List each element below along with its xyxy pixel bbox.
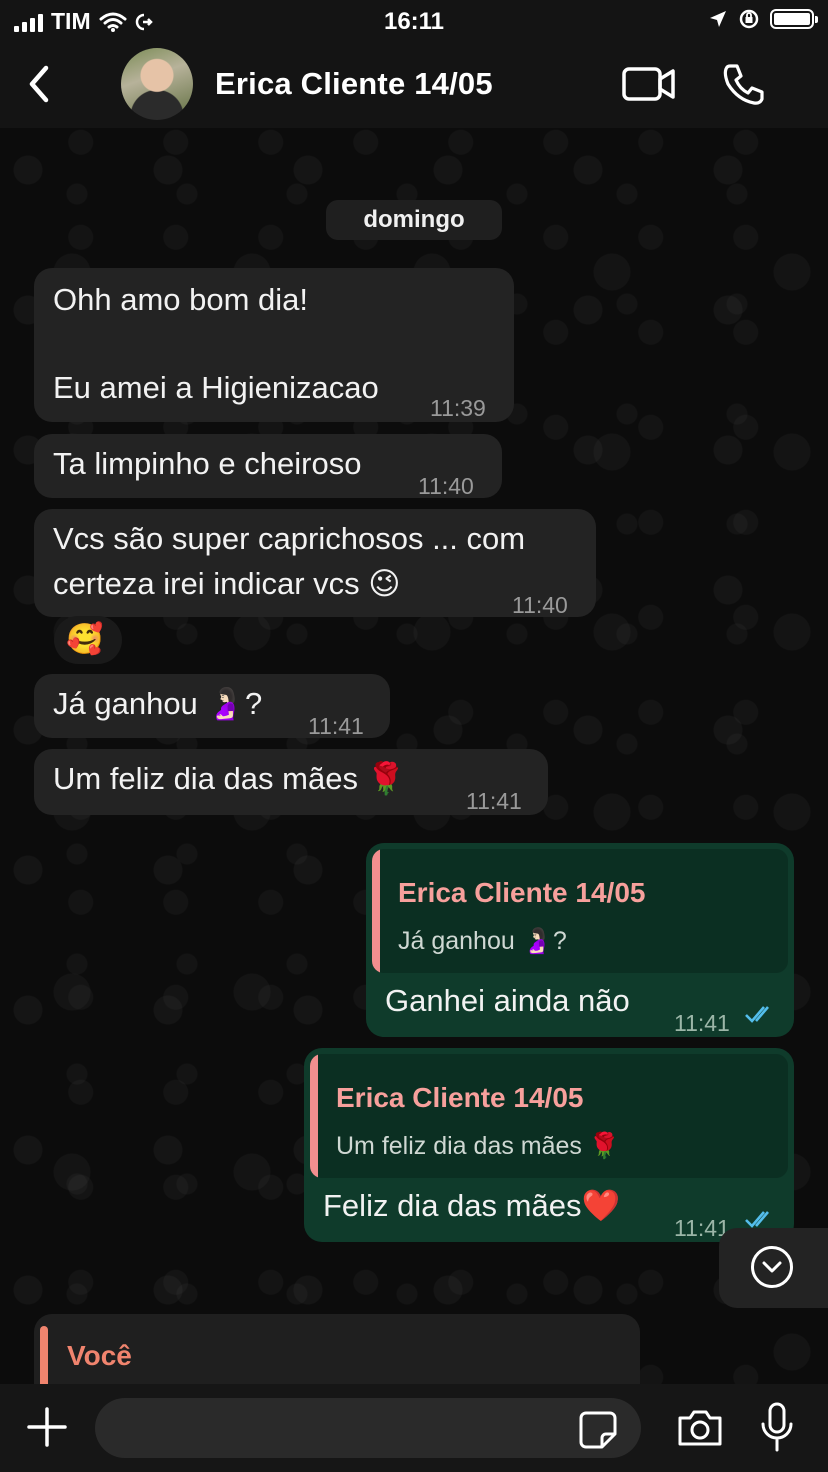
- quote-accent-bar: [372, 849, 380, 973]
- quote-accent-bar: [310, 1054, 318, 1178]
- double-check-icon: [745, 1211, 769, 1228]
- message-text: Ta limpinho e cheiroso: [53, 446, 362, 481]
- message-text: Feliz dia das mães❤️: [323, 1188, 621, 1223]
- message-text: Ohh amo bom dia!: [53, 282, 309, 317]
- status-time: 16:11: [383, 8, 445, 35]
- scroll-to-bottom-button[interactable]: [719, 1228, 828, 1308]
- message-text: Ganhei ainda não: [385, 983, 630, 1018]
- back-arrow-icon[interactable]: [22, 62, 62, 106]
- message-bubble-outgoing[interactable]: Erica Cliente 14/05 Um feliz dia das mãe…: [304, 1048, 794, 1242]
- plus-icon[interactable]: [26, 1406, 68, 1448]
- quote-author: Erica Cliente 14/05: [336, 1082, 584, 1113]
- emoji-message[interactable]: 🥰: [54, 616, 122, 664]
- battery-icon: [770, 9, 818, 29]
- double-check-icon: [745, 1006, 769, 1023]
- message-input[interactable]: [95, 1398, 641, 1458]
- message-bubble-outgoing[interactable]: Erica Cliente 14/05 Já ganhou 🤰🏻? Ganhei…: [366, 843, 794, 1037]
- quote-text: Já ganhou 🤰🏻?: [398, 927, 567, 955]
- quote-author: Erica Cliente 14/05: [398, 877, 646, 908]
- message-bubble-incoming[interactable]: Um feliz dia das mães 🌹 11:41: [34, 749, 548, 815]
- message-bubble-incoming[interactable]: Ta limpinho e cheiroso 11:40: [34, 434, 502, 499]
- message-time: 11:41: [308, 713, 364, 739]
- input-bar: [0, 1384, 828, 1472]
- orientation-lock-icon: [739, 9, 759, 29]
- message-text: certeza irei indicar vcs 😉: [53, 566, 401, 601]
- message-text: Eu amei a Higienizacao: [53, 370, 379, 405]
- message-bubble-incoming[interactable]: Já ganhou 🤰🏻? 11:41: [34, 674, 390, 739]
- contact-name[interactable]: Erica Cliente 14/05: [215, 66, 493, 102]
- camera-icon[interactable]: [676, 1408, 724, 1448]
- message-text: Vcs são super caprichosos ... com: [53, 521, 526, 556]
- location-arrow-icon: [710, 11, 726, 27]
- date-separator: domingo: [326, 200, 502, 240]
- message-time: 11:41: [466, 788, 522, 814]
- message-text: 🥰: [66, 623, 104, 656]
- message-time: 11:40: [512, 592, 568, 618]
- message-text: Já ganhou 🤰🏻?: [53, 686, 263, 721]
- message-time: 11:40: [418, 473, 474, 499]
- message-bubble-incoming[interactable]: Ohh amo bom dia! Eu amei a Higienizacao …: [34, 268, 514, 422]
- quoted-message[interactable]: Erica Cliente 14/05 Já ganhou 🤰🏻?: [372, 849, 788, 973]
- status-bar: TIM 16:11: [0, 0, 828, 44]
- quoted-message[interactable]: Erica Cliente 14/05 Um feliz dia das mãe…: [310, 1054, 788, 1178]
- reply-author: Você: [67, 1340, 132, 1371]
- video-call-icon[interactable]: [622, 66, 676, 102]
- microphone-icon[interactable]: [760, 1402, 794, 1454]
- message-time: 11:39: [430, 395, 486, 421]
- chevron-down-icon: [751, 1246, 793, 1288]
- phone-icon[interactable]: [722, 62, 766, 106]
- reply-preview[interactable]: Você: [34, 1314, 640, 1394]
- status-right: [708, 8, 818, 30]
- quote-text: Um feliz dia das mães 🌹: [336, 1132, 620, 1160]
- avatar[interactable]: [121, 48, 193, 120]
- message-text: Um feliz dia das mães 🌹: [53, 761, 406, 796]
- message-time: 11:41: [674, 1010, 730, 1036]
- sticker-icon[interactable]: [578, 1410, 618, 1450]
- chat-header: Erica Cliente 14/05: [0, 44, 828, 128]
- message-bubble-incoming[interactable]: Vcs são super caprichosos ... com certez…: [34, 509, 596, 618]
